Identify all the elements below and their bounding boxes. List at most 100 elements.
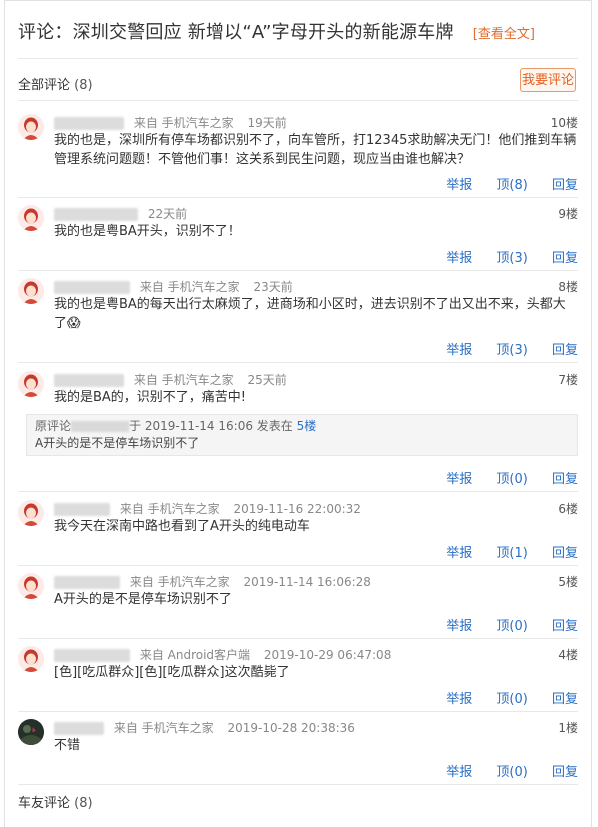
comment-time: 2019-10-28 20:38:36 — [227, 721, 355, 735]
report-link[interactable]: 举报 — [446, 765, 472, 780]
user-avatar[interactable] — [18, 719, 44, 745]
comment-time: 2019-11-14 16:06:28 — [243, 575, 371, 589]
comment-source: 来自 手机汽车之家 — [129, 575, 230, 589]
user-avatar[interactable] — [18, 114, 44, 140]
user-avatar[interactable] — [18, 646, 44, 672]
username-redacted[interactable] — [54, 117, 124, 130]
reply-link[interactable]: 回复 — [552, 178, 578, 193]
page-title: 评论：深圳交警回应 新增以“A”字母开头的新能源车牌 — [18, 22, 454, 43]
floor-number: 9楼 — [558, 207, 578, 221]
like-link[interactable]: 顶(3) — [496, 251, 527, 266]
comment-divider — [18, 491, 578, 492]
header-divider — [18, 58, 578, 59]
username-redacted[interactable] — [54, 649, 130, 662]
comment-text: 不错 — [54, 738, 81, 753]
comment-item: 来自 手机汽车之家 25天前 7楼 我的是BA的，识别不了，痛苦中! — [18, 371, 578, 411]
comment-meta: 来自 手机汽车之家 2019-11-14 16:06:28 — [54, 573, 371, 589]
quoted-floor-link[interactable]: 5楼 — [297, 419, 317, 433]
user-avatar[interactable] — [18, 205, 44, 231]
quoted-time: 于 2019-11-14 16:06 发表在 — [129, 419, 293, 433]
comment-meta: 来自 手机汽车之家 2019-10-28 20:38:36 — [54, 719, 355, 735]
comment-divider — [18, 362, 578, 363]
comment-item: 来自 手机汽车之家 23天前 8楼 我的也是粤BA的每天出行太麻烦了，进商场和小… — [18, 278, 578, 358]
reply-link[interactable]: 回复 — [552, 765, 578, 780]
comment-divider — [18, 711, 578, 712]
section-divider — [18, 100, 578, 101]
friends-comments-heading: 车友评论 (8) — [18, 792, 93, 811]
comment-text: 我的也是粤BA开头，识别不了！ — [54, 224, 241, 239]
reply-link[interactable]: 回复 — [552, 546, 578, 561]
comment-meta: 来自 手机汽车之家 19天前 — [54, 114, 287, 130]
write-comment-button[interactable]: 我要评论 — [520, 68, 576, 92]
username-redacted[interactable] — [54, 208, 138, 221]
reply-link[interactable]: 回复 — [552, 472, 578, 487]
comment-meta: 来自 手机汽车之家 23天前 — [54, 278, 293, 294]
comment-actions: 举报 顶(0) 回复 — [426, 761, 578, 780]
floor-number: 7楼 — [558, 373, 578, 387]
floor-number: 10楼 — [550, 116, 578, 130]
username-redacted[interactable] — [54, 281, 130, 294]
comment-divider — [18, 565, 578, 566]
comment-time: 2019-10-29 06:47:08 — [263, 648, 392, 662]
comment-meta: 22天前 — [54, 205, 187, 221]
comment-source: 来自 手机汽车之家 — [133, 373, 234, 387]
comment-time: 19天前 — [247, 116, 287, 130]
like-link[interactable]: 顶(0) — [496, 472, 527, 487]
report-link[interactable]: 举报 — [446, 619, 472, 634]
reply-link[interactable]: 回复 — [552, 619, 578, 634]
reply-link[interactable]: 回复 — [552, 343, 578, 358]
comment-item: 来自 手机汽车之家 19天前 10楼 我的也是，深圳所有停车场都识别不了，向车管… — [18, 114, 578, 194]
comment-text: 我今天在深南中路也看到了A开头的纯电动车 — [54, 519, 310, 534]
reply-link[interactable]: 回复 — [552, 692, 578, 707]
floor-number: 4楼 — [558, 648, 578, 662]
all-comments-count: (8) — [74, 78, 93, 93]
reply-link[interactable]: 回复 — [552, 251, 578, 266]
quoted-username-redacted — [71, 421, 130, 432]
comment-divider — [18, 270, 578, 271]
comment-actions: 举报 顶(3) 回复 — [426, 247, 578, 266]
floor-number: 6楼 — [558, 502, 578, 516]
comment-text: 我的也是，深圳所有停车场都识别不了，向车管所，打12345求助解决无门！他们推到… — [54, 133, 577, 167]
report-link[interactable]: 举报 — [446, 472, 472, 487]
comment-item: 来自 手机汽车之家 2019-11-14 16:06:28 5楼 A开头的是不是… — [18, 573, 578, 634]
quoted-prefix: 原评论 — [35, 419, 72, 433]
comment-actions: 举报 顶(0) 回复 — [426, 688, 578, 707]
username-redacted[interactable] — [54, 576, 120, 589]
comment-time: 25天前 — [247, 373, 287, 387]
report-link[interactable]: 举报 — [446, 546, 472, 561]
like-link[interactable]: 顶(3) — [496, 343, 527, 358]
comment-meta: 来自 手机汽车之家 25天前 — [54, 371, 287, 387]
username-redacted[interactable] — [54, 722, 104, 735]
like-link[interactable]: 顶(1) — [496, 546, 527, 561]
page-header: 评论：深圳交警回应 新增以“A”字母开头的新能源车牌 [查看全文] — [18, 18, 588, 52]
user-avatar[interactable] — [18, 500, 44, 526]
user-avatar[interactable] — [18, 573, 44, 599]
report-link[interactable]: 举报 — [446, 692, 472, 707]
report-link[interactable]: 举报 — [446, 343, 472, 358]
comment-meta: 来自 手机汽车之家 2019-11-16 22:00:32 — [54, 500, 361, 516]
username-redacted[interactable] — [54, 374, 124, 387]
comment-text: A开头的是不是停车场识别不了 — [54, 592, 232, 607]
floor-number: 1楼 — [558, 721, 578, 735]
comment-actions: 举报 顶(0) 回复 — [426, 468, 578, 487]
comment-source: 来自 Android客户端 — [139, 648, 251, 662]
comment-actions: 举报 顶(1) 回复 — [426, 542, 578, 561]
report-link[interactable]: 举报 — [446, 251, 472, 266]
comment-text: 我的是BA的，识别不了，痛苦中! — [54, 390, 247, 405]
username-redacted[interactable] — [54, 503, 110, 516]
view-full-article-link[interactable]: [查看全文] — [473, 27, 535, 42]
floor-number: 5楼 — [558, 575, 578, 589]
report-link[interactable]: 举报 — [446, 178, 472, 193]
like-link[interactable]: 顶(0) — [496, 692, 527, 707]
user-avatar[interactable] — [18, 371, 44, 397]
comment-meta: 来自 Android客户端 2019-10-29 06:47:08 — [54, 646, 391, 662]
comment-item: 来自 Android客户端 2019-10-29 06:47:08 4楼 [色]… — [18, 646, 578, 707]
like-link[interactable]: 顶(8) — [496, 178, 527, 193]
all-comments-heading: 全部评论 (8) — [18, 74, 93, 93]
user-avatar[interactable] — [18, 278, 44, 304]
like-link[interactable]: 顶(0) — [496, 619, 527, 634]
like-link[interactable]: 顶(0) — [496, 765, 527, 780]
comment-source: 来自 手机汽车之家 — [113, 721, 214, 735]
comment-divider — [18, 197, 578, 198]
comment-actions: 举报 顶(8) 回复 — [426, 174, 578, 193]
